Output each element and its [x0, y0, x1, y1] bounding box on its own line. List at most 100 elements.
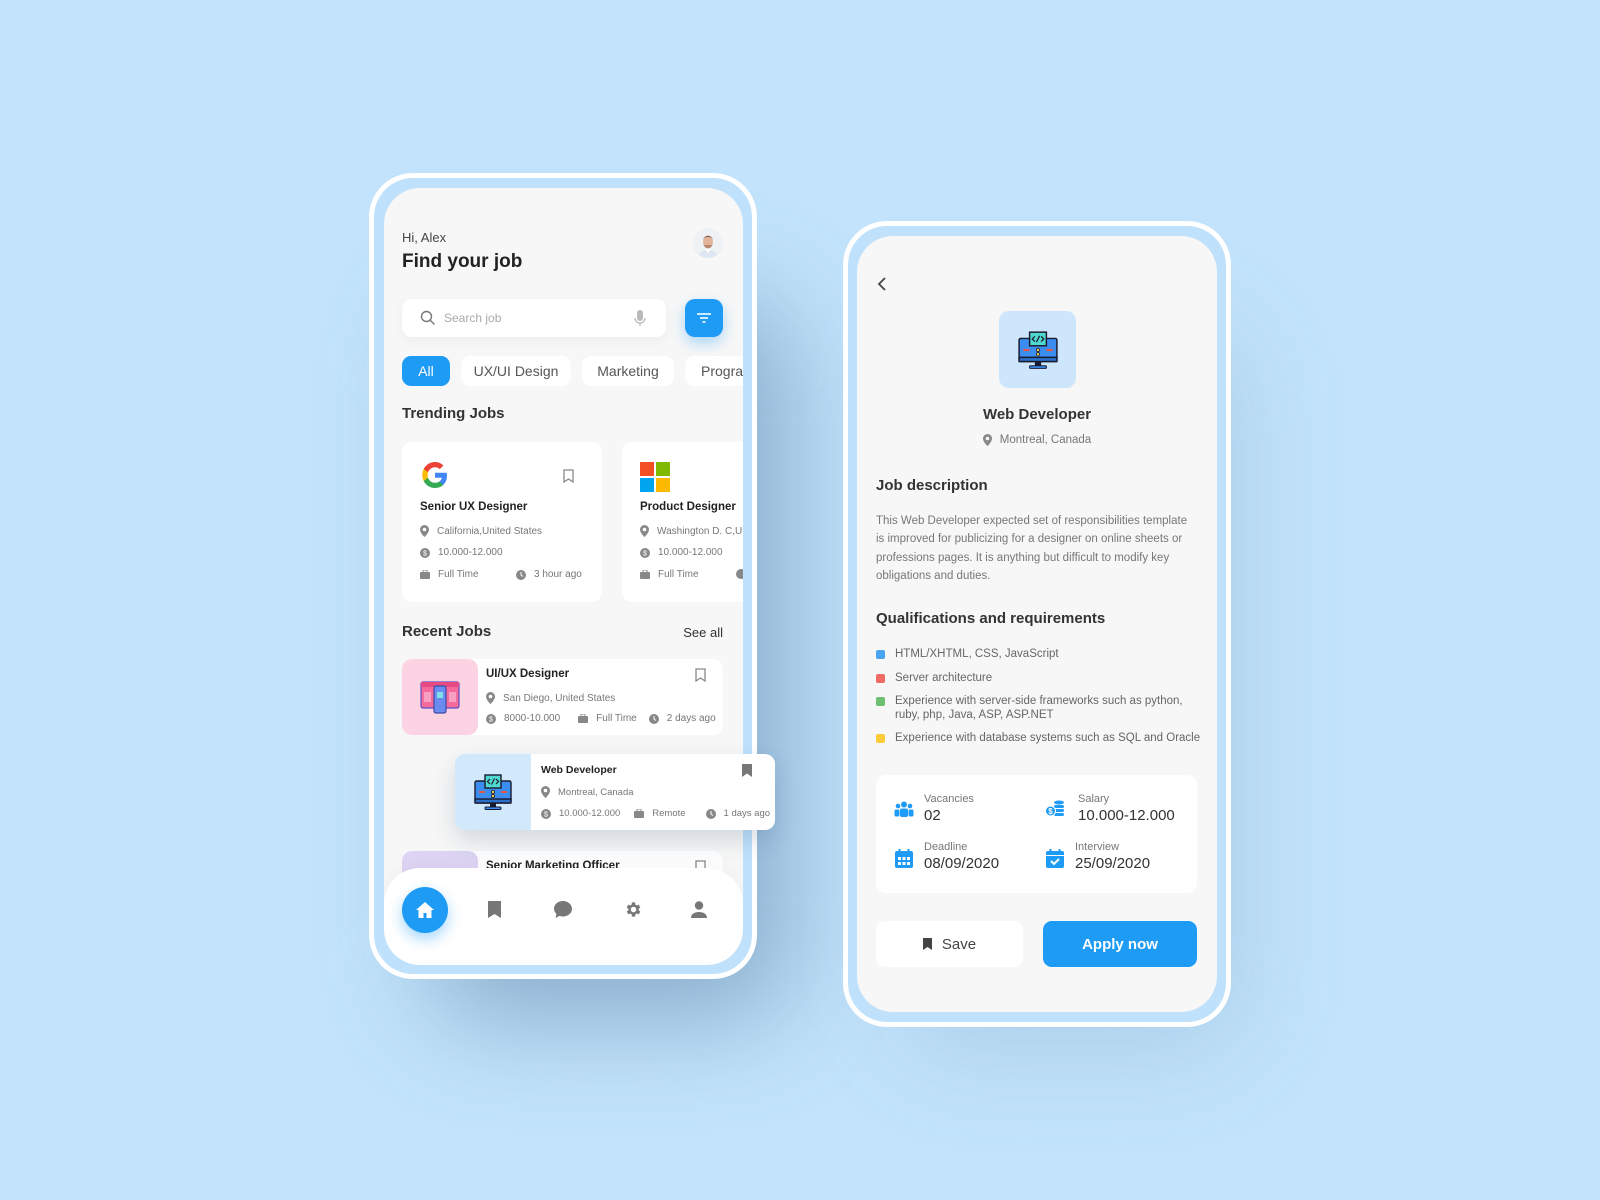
save-label: Save	[941, 935, 977, 953]
deadline-value: 08/09/2020	[924, 855, 1000, 872]
bookmark-filled-icon	[922, 938, 932, 950]
save-button[interactable]: Save	[876, 921, 1023, 967]
briefcase-icon	[634, 809, 645, 818]
description-line: is improved for publicizing for a design…	[876, 533, 1183, 546]
vacancies-value: 02	[924, 807, 941, 824]
search-placeholder: Search job	[444, 311, 502, 325]
qualification-item: Experience with server-side frameworks s…	[876, 694, 1201, 722]
bullet	[876, 697, 885, 706]
qualification-item: Server architecture	[876, 671, 992, 685]
bookmark-filled-icon[interactable]	[742, 764, 752, 777]
home-screen: Hi, Alex Find your job Search job All UX…	[384, 188, 743, 965]
location-icon	[420, 525, 429, 537]
recent-job-item[interactable]: UI/UX Designer San Diego, United States …	[402, 659, 723, 735]
job-location: San Diego, United States	[503, 692, 616, 704]
job-salary: 8000-10.000	[504, 713, 561, 724]
clock-icon	[736, 569, 743, 579]
job-info-card: Vacancies 02 $ Salary 10.000-12.000 Deadli…	[876, 775, 1197, 893]
job-description-title: Job description	[876, 477, 988, 494]
deadline-label: Deadline	[924, 841, 968, 853]
detail-screen: Web Developer Montreal, Canada Job descr…	[857, 236, 1217, 1012]
search-icon	[420, 310, 435, 325]
location-icon	[541, 786, 550, 798]
chat-icon[interactable]	[554, 901, 572, 918]
web-developer-illustration	[474, 774, 512, 810]
location-icon	[640, 525, 649, 537]
svg-text:$: $	[1048, 807, 1053, 816]
page-title: Find your job	[402, 251, 523, 272]
description-line: This Web Developer expected set of respo…	[876, 515, 1188, 527]
job-description: This Web Developer expected set of respo…	[876, 512, 1187, 585]
profile-icon[interactable]	[691, 901, 707, 918]
clock-icon	[648, 713, 659, 724]
job-posted: 3 hour ago	[534, 569, 582, 580]
vacancies-label: Vacancies	[924, 793, 974, 805]
job-type: Full Time	[438, 569, 479, 580]
job-title: Web Developer	[982, 406, 1092, 423]
bullet	[876, 674, 885, 683]
salary-label: Salary	[1078, 793, 1110, 805]
ui-design-illustration	[420, 681, 460, 714]
job-title: UI/UX Designer	[486, 668, 570, 680]
job-title: Product Designer	[640, 501, 736, 513]
job-title: Web Developer	[541, 764, 617, 776]
job-location: Washington D. C,Un	[657, 525, 743, 537]
svg-text:$: $	[489, 716, 493, 723]
svg-text:$: $	[544, 811, 548, 818]
clock-icon	[516, 569, 526, 580]
people-icon	[894, 801, 914, 817]
interview-label: Interview	[1075, 841, 1120, 853]
salary-icon: $	[640, 547, 650, 558]
chip-programming[interactable]: Progra	[685, 356, 743, 386]
job-salary: 10.000-12.000	[438, 547, 503, 558]
chip-ux-ui-design[interactable]: UX/UI Design	[461, 356, 571, 386]
job-location: Montreal, Canada	[999, 434, 1092, 446]
interview-value: 25/09/2020	[1075, 855, 1151, 872]
qualification-item: HTML/XHTML, CSS, JavaScript	[876, 647, 1059, 661]
trending-job-card[interactable]: Product Designer Washington D. C,Un $10.…	[622, 442, 743, 602]
salary-icon: $	[541, 808, 551, 819]
filter-button[interactable]	[685, 299, 723, 337]
avatar[interactable]	[693, 228, 723, 258]
job-title: Senior UX Designer	[420, 501, 528, 513]
svg-text:$: $	[643, 550, 647, 557]
back-chevron-icon[interactable]	[877, 276, 887, 292]
filter-icon	[697, 313, 711, 323]
apply-now-button[interactable]: Apply now	[1043, 921, 1197, 967]
job-type: Remote	[652, 808, 686, 819]
calendar-icon	[895, 849, 913, 868]
bookmark-icon[interactable]	[488, 901, 501, 918]
job-posted: 1 days ago	[723, 808, 771, 819]
trending-job-card[interactable]: Senior UX Designer California,United Sta…	[402, 442, 602, 602]
bullet	[876, 650, 885, 659]
bookmark-icon[interactable]	[563, 469, 574, 483]
job-salary: 10.000-12.000	[658, 547, 723, 558]
see-all-link[interactable]: See all	[683, 625, 723, 640]
chip-marketing[interactable]: Marketing	[582, 356, 674, 386]
microphone-icon[interactable]	[634, 310, 646, 327]
bottom-nav	[384, 868, 743, 965]
svg-text:$: $	[423, 550, 427, 557]
bullet	[876, 734, 885, 743]
recent-job-item-selected[interactable]: Web Developer Montreal, Canada $10.000-1…	[455, 754, 775, 830]
description-line: professions pages. It is anything but di…	[876, 551, 1170, 564]
job-type: Full Time	[658, 569, 699, 580]
nav-home[interactable]	[402, 887, 448, 933]
location-icon	[486, 692, 495, 704]
salary-value: 10.000-12.000	[1078, 807, 1175, 824]
coins-icon: $	[1045, 800, 1064, 817]
job-icon-box	[999, 311, 1076, 388]
search-input[interactable]: Search job	[402, 299, 666, 337]
salary-icon: $	[486, 713, 496, 724]
trending-jobs-title: Trending Jobs	[402, 405, 505, 422]
job-salary: 10.000-12.000	[559, 808, 621, 819]
settings-icon[interactable]	[624, 900, 643, 919]
web-developer-illustration	[1017, 330, 1058, 369]
chip-all[interactable]: All	[402, 356, 450, 386]
bookmark-icon[interactable]	[695, 668, 706, 682]
salary-icon: $	[420, 547, 430, 558]
description-line: obligations and duties.	[876, 569, 991, 582]
greeting: Hi, Alex	[402, 230, 447, 245]
job-type: Full Time	[596, 713, 637, 724]
job-thumbnail	[455, 754, 531, 830]
